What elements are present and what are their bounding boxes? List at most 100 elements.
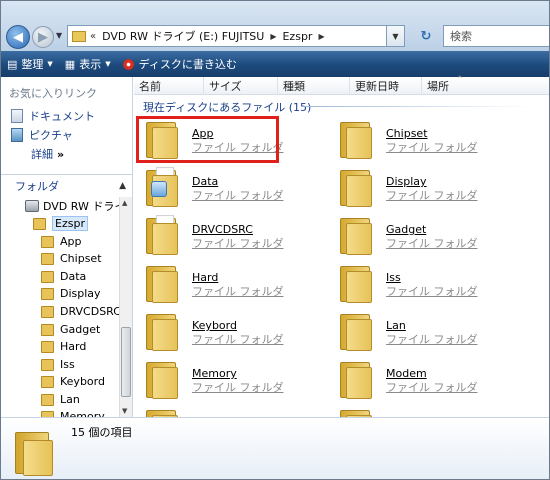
folder-tree: DVD RW ドライブ Ezspr App Chipset Data Displ… — [1, 197, 119, 419]
organize-label: 整理 — [21, 58, 44, 71]
chevron-up-icon[interactable]: ▲ — [119, 181, 126, 191]
document-folder-icon — [146, 215, 182, 257]
column-location[interactable]: 場所 — [422, 77, 549, 95]
scroll-up-icon[interactable]: ▲ — [122, 199, 127, 207]
folder-icon — [146, 263, 182, 305]
tree-item-drive[interactable]: DVD RW ドライブ — [25, 197, 119, 214]
double-chevron-icon: » — [57, 148, 65, 161]
organize-icon: ▤ — [7, 57, 18, 71]
favorite-pictures[interactable]: ピクチャ — [11, 127, 73, 143]
folder-icon — [41, 375, 54, 388]
item-type: ファイル フォルダ — [192, 285, 284, 298]
list-item-data[interactable]: Data ファイル フォルダ — [138, 165, 328, 211]
column-size[interactable]: サイズ — [204, 77, 278, 95]
list-item-partial[interactable] — [138, 405, 328, 417]
folder-icon — [146, 407, 182, 417]
forward-button[interactable]: ▶ — [32, 26, 54, 48]
search-placeholder: 検索 — [450, 30, 472, 43]
address-overflow[interactable]: « — [90, 31, 96, 42]
list-item-modem[interactable]: Modem ファイル フォルダ — [332, 357, 522, 403]
tree-item-iss[interactable]: Iss — [41, 356, 75, 373]
explorer-window: ◀ ▶ ▼ « DVD RW ドライブ (E:) FUJITSU ▶ Ezspr… — [0, 0, 550, 480]
more-links[interactable]: 詳細 » — [31, 146, 64, 162]
folders-header[interactable]: フォルダ ▲ — [1, 174, 132, 196]
tree-item-app[interactable]: App — [41, 233, 82, 250]
item-name: Data — [192, 175, 219, 188]
list-item-lan[interactable]: Lan ファイル フォルダ — [332, 309, 522, 355]
sort-caret-icon: ⌃ — [456, 75, 464, 85]
item-name: Hard — [192, 271, 219, 284]
details-pane: 15 個の項目 — [1, 417, 549, 479]
folder-icon — [41, 270, 54, 283]
tree-item-gadget[interactable]: Gadget — [41, 321, 100, 338]
list-item-partial[interactable] — [332, 405, 522, 417]
tree-item-hard[interactable]: Hard — [41, 338, 86, 355]
chevron-down-icon: ▼ — [392, 31, 399, 41]
item-type: ファイル フォルダ — [386, 333, 478, 346]
burn-disc-icon — [122, 58, 134, 70]
folder-icon — [33, 217, 46, 230]
tree-item-keybord[interactable]: Keybord — [41, 373, 105, 390]
recent-pages-dropdown[interactable]: ▼ — [56, 31, 62, 40]
views-button[interactable]: ▦ 表示 ▼ — [65, 56, 111, 72]
address-bar-area: ◀ ▶ ▼ « DVD RW ドライブ (E:) FUJITSU ▶ Ezspr… — [1, 1, 549, 51]
navigation-scrollbar[interactable]: ▲ ▼ — [119, 197, 132, 417]
forward-arrow-icon: ▶ — [38, 29, 48, 45]
folder-icon — [340, 311, 376, 353]
folders-label: フォルダ — [15, 179, 59, 193]
folder-icon — [146, 359, 182, 401]
list-item-display[interactable]: Display ファイル フォルダ — [332, 165, 522, 211]
item-name: Chipset — [386, 127, 428, 140]
list-item-hard[interactable]: Hard ファイル フォルダ — [138, 261, 328, 307]
scroll-thumb[interactable] — [121, 327, 131, 397]
back-button[interactable]: ◀ — [6, 25, 30, 49]
column-type[interactable]: 種類 — [278, 77, 350, 95]
scroll-down-icon[interactable]: ▼ — [122, 407, 127, 415]
documents-icon — [11, 109, 23, 123]
list-item-drvcdsrc[interactable]: DRVCDSRC ファイル フォルダ — [138, 213, 328, 259]
list-item-memory[interactable]: Memory ファイル フォルダ — [138, 357, 328, 403]
breadcrumb-arrow-icon[interactable]: ▶ — [270, 32, 276, 41]
tree-item-chipset[interactable]: Chipset — [41, 250, 102, 267]
item-type: ファイル フォルダ — [192, 189, 284, 202]
folder-icon — [340, 215, 376, 257]
address-segment-drive[interactable]: DVD RW ドライブ (E:) FUJITSU — [102, 28, 264, 44]
address-dropdown-button[interactable]: ▼ — [387, 25, 405, 47]
list-item-iss[interactable]: Iss ファイル フォルダ — [332, 261, 522, 307]
tree-item-ezspr[interactable]: Ezspr — [33, 215, 88, 232]
tree-item-display[interactable]: Display — [41, 285, 101, 302]
item-type: ファイル フォルダ — [192, 237, 284, 250]
list-item-keybord[interactable]: Keybord ファイル フォルダ — [138, 309, 328, 355]
folder-icon — [340, 119, 376, 161]
folder-icon — [41, 393, 54, 406]
address-box[interactable]: « DVD RW ドライブ (E:) FUJITSU ▶ Ezspr ▶ — [67, 25, 387, 47]
breadcrumb-arrow-icon[interactable]: ▶ — [318, 32, 324, 41]
column-modified[interactable]: 更新日時 — [350, 77, 422, 95]
favorite-documents[interactable]: ドキュメント — [11, 108, 95, 124]
command-toolbar: ▤ 整理 ▼ ▦ 表示 ▼ ディスクに書き込む — [1, 51, 549, 77]
item-name: Keybord — [192, 319, 237, 332]
list-item-chipset[interactable]: Chipset ファイル フォルダ — [332, 117, 522, 163]
list-item-gadget[interactable]: Gadget ファイル フォルダ — [332, 213, 522, 259]
item-type: ファイル フォルダ — [192, 381, 284, 394]
refresh-button[interactable]: ↻ — [416, 27, 436, 45]
search-input[interactable]: 検索 — [443, 25, 549, 47]
organize-button[interactable]: ▤ 整理 ▼ — [7, 56, 53, 72]
column-name[interactable]: 名前 — [134, 77, 204, 95]
back-arrow-icon: ◀ — [13, 29, 23, 45]
views-label: 表示 — [79, 58, 102, 71]
tree-item-data[interactable]: Data — [41, 268, 86, 285]
item-count: 15 個の項目 — [71, 426, 133, 439]
tree-item-drvcdsrc[interactable]: DRVCDSRC — [41, 303, 119, 320]
burn-label: ディスクに書き込む — [138, 58, 237, 71]
burn-to-disc-button[interactable]: ディスクに書き込む — [122, 56, 237, 72]
favorite-label: ドキュメント — [29, 110, 95, 123]
folder-icon — [41, 235, 54, 248]
navigation-pane: お気に入りリンク ドキュメント ピクチャ 詳細 » フォルダ ▲ DVD RW ド… — [1, 77, 133, 419]
item-type: ファイル フォルダ — [192, 333, 284, 346]
folder-icon — [340, 359, 376, 401]
folder-icon — [340, 263, 376, 305]
tree-item-lan[interactable]: Lan — [41, 391, 80, 408]
address-segment-folder[interactable]: Ezspr — [282, 30, 312, 43]
dvd-drive-icon — [25, 199, 39, 212]
